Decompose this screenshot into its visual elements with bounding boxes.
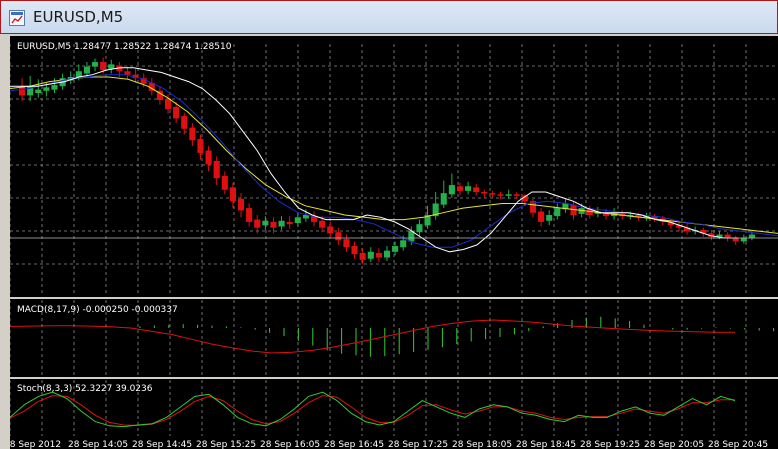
candle-body [440, 193, 447, 205]
candle-body [554, 208, 561, 217]
candle-body [513, 194, 520, 196]
candle-body [270, 221, 277, 228]
time-axis-label: 28 Sep 16:45 [324, 440, 384, 449]
time-axis-label: 28 Sep 20:05 [644, 440, 704, 449]
candle-body [213, 160, 220, 179]
candle-body [416, 224, 423, 233]
chart-window-icon [9, 10, 25, 26]
candle-body [375, 252, 382, 258]
candle-body [164, 98, 172, 110]
candle-body [335, 232, 342, 241]
candle-body [327, 226, 334, 234]
candle-body [124, 71, 131, 75]
candle-body [83, 66, 90, 74]
panel-separator [10, 377, 778, 379]
candle-body [286, 221, 293, 225]
candle-body [246, 208, 253, 222]
candle-body [173, 106, 180, 119]
candle-body [278, 220, 285, 227]
candle-body [489, 193, 496, 195]
time-axis-label: 28 Sep 14:45 [132, 440, 192, 449]
window-title: EURUSD,M5 [33, 8, 124, 26]
candle-body [473, 187, 480, 192]
candle-body [383, 250, 391, 258]
candle-body [91, 62, 99, 67]
stoch-info: Stoch(8,3,3) 52.3227 39.0236 [17, 384, 153, 394]
candle-body [505, 194, 512, 196]
stoch-main-line [10, 391, 736, 428]
candle-body [465, 186, 472, 191]
candle-body [497, 194, 504, 196]
candle-body [538, 211, 545, 222]
candle-body [319, 220, 326, 228]
candle-body [294, 217, 301, 224]
candle-body [740, 238, 747, 242]
candle-body [43, 87, 50, 91]
time-axis-label: 28 Sep 17:25 [388, 440, 448, 449]
time-axis-label: 28 Sep 16:05 [260, 440, 320, 449]
candle-body [108, 64, 115, 69]
candle-body [19, 87, 26, 96]
candle-body [237, 198, 245, 211]
candle-body [448, 185, 455, 195]
time-axis-label: 28 Sep 18:05 [452, 440, 512, 449]
candle-body [351, 246, 358, 255]
macd-info: MACD(8,17,9) -0.000250 -0.000337 [17, 305, 178, 315]
candle-body [205, 150, 212, 165]
candle-body [35, 89, 42, 94]
candle-body [189, 127, 196, 141]
panel-separator [10, 297, 778, 299]
main-chart-info: EURUSD,M5 1.28477 1.28522 1.28474 1.2851… [17, 42, 232, 52]
candle-body [367, 251, 374, 259]
candle-body [732, 238, 739, 242]
candle-body [221, 175, 228, 190]
candle-body [181, 116, 188, 129]
candle-body [392, 246, 399, 252]
time-axis-label: 28 Sep 15:25 [196, 440, 256, 449]
candle-body [456, 186, 464, 191]
candle-body [100, 62, 107, 71]
time-axis-label: 28 Sep 2012 [10, 440, 61, 449]
candle-body [400, 240, 407, 248]
candle-body [748, 234, 755, 238]
candle-body [262, 220, 269, 226]
candle-body [51, 85, 58, 90]
candle-body [481, 192, 488, 194]
chart-window: EURUSD,M5 28 Sep 201228 Sep 14:0528 Sep … [0, 0, 778, 449]
candle-body [229, 187, 236, 202]
candle-body [359, 252, 366, 260]
time-axis-label: 28 Sep 18:45 [516, 440, 576, 449]
time-axis-label: 28 Sep 20:45 [708, 440, 768, 449]
candle-body [343, 239, 350, 248]
stoch-signal-line [10, 395, 735, 426]
chart-area[interactable]: 28 Sep 2012 28 Sep 14:05 28 Sep 14:45 28 Se… [10, 36, 778, 449]
candle-body [254, 219, 261, 228]
candle-body [197, 139, 204, 153]
candle-body [546, 215, 553, 221]
macd-signal-line [10, 319, 735, 354]
time-axis-label: 28 Sep 14:05 [68, 440, 128, 449]
time-axis-label: 28 Sep 19:25 [580, 440, 640, 449]
title-bar[interactable]: EURUSD,M5 [0, 0, 778, 34]
candle-body [724, 234, 731, 238]
